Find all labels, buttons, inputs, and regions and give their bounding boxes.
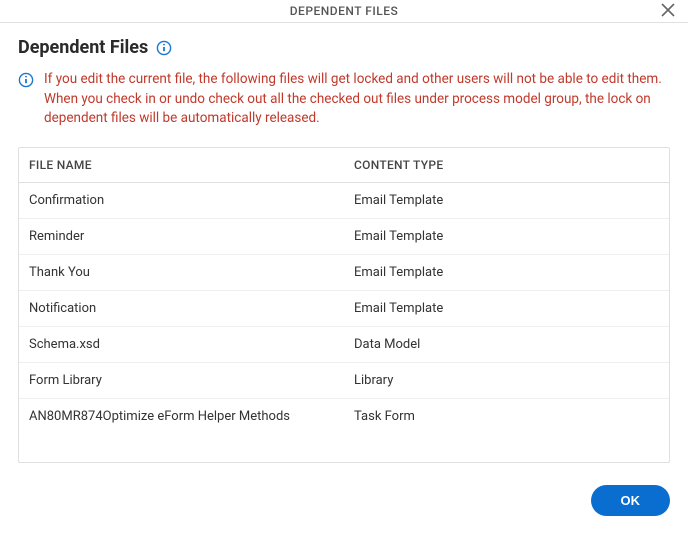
- warning-text: If you edit the current file, the follow…: [44, 70, 670, 129]
- cell-file-name: Schema.xsd: [19, 327, 344, 363]
- table-row: ReminderEmail Template: [19, 219, 669, 255]
- table-header-row: FILE NAME CONTENT TYPE: [19, 148, 669, 183]
- cell-file-name: AN80MR874Optimize eForm Helper Methods: [19, 399, 344, 435]
- cell-file-name: Notification: [19, 291, 344, 327]
- table-padding: [19, 434, 669, 462]
- dependent-files-table: FILE NAME CONTENT TYPE ConfirmationEmail…: [18, 147, 670, 463]
- dialog-footer: OK: [0, 473, 688, 534]
- warning-message: If you edit the current file, the follow…: [18, 70, 670, 129]
- cell-file-name: Confirmation: [19, 183, 344, 219]
- dialog-title: DEPENDENT FILES: [290, 4, 399, 18]
- column-header-file-name: FILE NAME: [19, 148, 344, 183]
- cell-file-name: Form Library: [19, 363, 344, 399]
- table-row: Form LibraryLibrary: [19, 363, 669, 399]
- cell-content-type: Email Template: [344, 255, 669, 291]
- cell-content-type: Library: [344, 363, 669, 399]
- table-row: Thank YouEmail Template: [19, 255, 669, 291]
- cell-content-type: Task Form: [344, 399, 669, 435]
- cell-file-name: Thank You: [19, 255, 344, 291]
- column-header-content-type: CONTENT TYPE: [344, 148, 669, 183]
- heading-row: Dependent Files: [18, 37, 670, 58]
- titlebar: DEPENDENT FILES: [0, 0, 688, 23]
- table-row: Schema.xsdData Model: [19, 327, 669, 363]
- info-icon[interactable]: [156, 40, 172, 56]
- dependent-files-dialog: DEPENDENT FILES Dependent Files: [0, 0, 688, 534]
- close-icon: [661, 2, 675, 21]
- cell-content-type: Email Template: [344, 219, 669, 255]
- page-title: Dependent Files: [18, 37, 148, 58]
- info-icon: [18, 72, 34, 88]
- cell-file-name: Reminder: [19, 219, 344, 255]
- table-row: AN80MR874Optimize eForm Helper MethodsTa…: [19, 399, 669, 435]
- close-button[interactable]: [658, 1, 678, 21]
- table-row: NotificationEmail Template: [19, 291, 669, 327]
- cell-content-type: Email Template: [344, 291, 669, 327]
- cell-content-type: Email Template: [344, 183, 669, 219]
- cell-content-type: Data Model: [344, 327, 669, 363]
- ok-button[interactable]: OK: [591, 485, 671, 516]
- table-row: ConfirmationEmail Template: [19, 183, 669, 219]
- dialog-content: Dependent Files If you edit the current …: [0, 23, 688, 473]
